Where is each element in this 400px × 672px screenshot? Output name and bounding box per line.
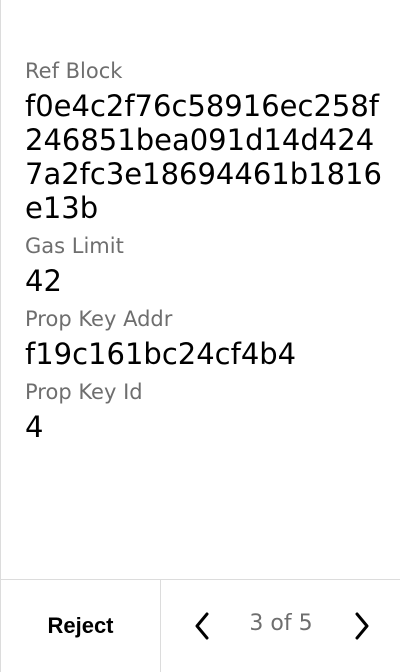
chevron-right-icon bbox=[355, 612, 369, 640]
field-label: Gas Limit bbox=[25, 234, 124, 258]
field-value: 42 bbox=[25, 264, 62, 298]
field-prop-key-addr: Prop Key Addr f19c161bc24cf4b4 bbox=[25, 304, 385, 371]
pagination: 3 of 5 bbox=[161, 580, 400, 672]
transaction-fields: Ref Block f0e4c2f76c58916ec258f246851bea… bbox=[25, 56, 385, 444]
footer-bar: Reject 3 of 5 bbox=[1, 579, 400, 672]
reject-button[interactable]: Reject bbox=[1, 580, 161, 672]
next-page-button[interactable] bbox=[348, 610, 376, 642]
field-gas-limit: Gas Limit 42 bbox=[25, 231, 385, 298]
field-value: 4 bbox=[25, 410, 44, 444]
field-ref-block: Ref Block f0e4c2f76c58916ec258f246851bea… bbox=[25, 56, 385, 225]
field-prop-key-id: Prop Key Id 4 bbox=[25, 377, 385, 444]
field-label: Prop Key Addr bbox=[25, 307, 173, 331]
field-value: f19c161bc24cf4b4 bbox=[25, 337, 297, 371]
review-screen: Ref Block f0e4c2f76c58916ec258f246851bea… bbox=[0, 0, 400, 672]
field-label: Ref Block bbox=[25, 59, 123, 83]
field-value: f0e4c2f76c58916ec258f246851bea091d14d424… bbox=[25, 89, 382, 225]
field-label: Prop Key Id bbox=[25, 380, 143, 404]
